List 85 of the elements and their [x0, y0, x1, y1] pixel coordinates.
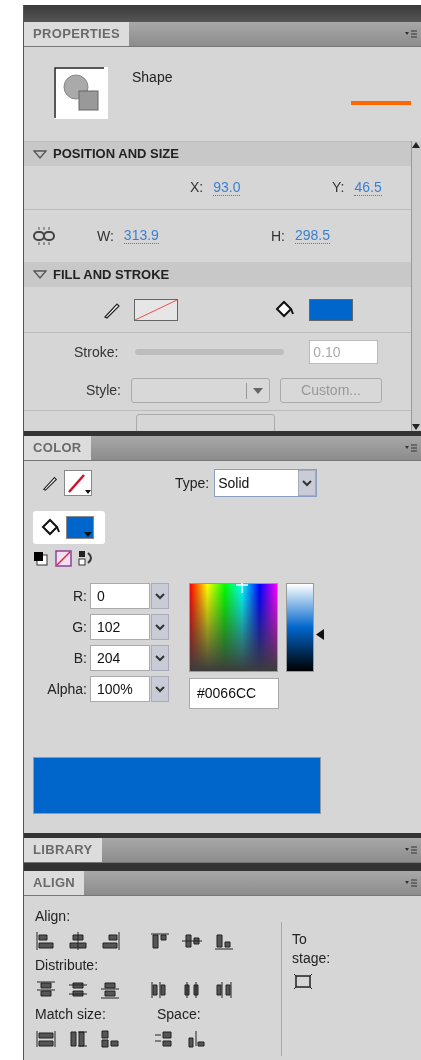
chevron-down-icon: [155, 623, 165, 631]
link-constrain-icon[interactable]: [33, 226, 55, 246]
value-field[interactable]: 93.0: [213, 179, 241, 196]
space-vertical-icon[interactable]: [153, 1029, 175, 1049]
distribute-right-icon[interactable]: [213, 980, 235, 1000]
align-top-icon[interactable]: [149, 931, 171, 951]
type-dropdown[interactable]: Solid: [214, 469, 318, 497]
stroke-color-swatch[interactable]: [64, 470, 92, 496]
stroke-value-field[interactable]: 0.10: [309, 340, 379, 364]
slider-thumb-icon[interactable]: [316, 629, 324, 641]
crosshair-icon: [236, 583, 248, 593]
panel-tab[interactable]: LIBRARY: [24, 838, 102, 862]
field-label: Y:: [332, 178, 345, 197]
field-label: X:: [190, 178, 204, 197]
hex-field[interactable]: #0066CC: [189, 678, 279, 709]
paint-bucket-icon[interactable]: [275, 299, 295, 320]
scrollbar[interactable]: [411, 141, 421, 431]
custom-button[interactable]: Custom...: [280, 378, 382, 403]
channel-label: R:: [72, 586, 88, 606]
to-stage-label: To stage:: [292, 930, 332, 968]
align-bottom-icon[interactable]: [213, 931, 235, 951]
field-label: W:: [97, 226, 114, 246]
stroke-color-swatch[interactable]: [134, 298, 178, 321]
dropdown-arrow-button[interactable]: [151, 676, 169, 702]
distribute-top-icon[interactable]: [35, 980, 57, 1000]
panel-menu-icon[interactable]: [405, 30, 417, 38]
distribute-center-icon[interactable]: [67, 980, 89, 1000]
space-horizontal-icon[interactable]: [185, 1029, 207, 1049]
paint-bucket-icon[interactable]: [41, 517, 61, 538]
channel-field[interactable]: 204: [90, 645, 150, 671]
dropdown-arrow-button[interactable]: [151, 614, 169, 640]
stroke-label: Stroke:: [74, 342, 119, 362]
channel-field[interactable]: 102: [90, 614, 150, 640]
channel-label: Alpha:: [46, 679, 88, 699]
chevron-down-icon: [155, 592, 165, 600]
align-right-icon[interactable]: [99, 931, 121, 951]
chevron-down-icon: [155, 685, 165, 693]
dropdown-arrow-button[interactable]: [151, 645, 169, 671]
default-colors-icon[interactable]: [33, 550, 49, 567]
fill-color-swatch[interactable]: [66, 516, 94, 539]
panel-menu-icon[interactable]: [405, 444, 417, 452]
match-both-icon[interactable]: [99, 1029, 121, 1049]
align-center-icon[interactable]: [67, 931, 89, 951]
distribute-label: Distribute:: [35, 956, 100, 975]
panel-menu-icon[interactable]: [405, 879, 417, 887]
shape-thumbnail-icon: [54, 67, 108, 119]
dropdown-arrow-button[interactable]: [298, 470, 317, 496]
chevron-down-icon: [302, 479, 313, 487]
align-middle-icon[interactable]: [181, 931, 203, 951]
channel-field[interactable]: 100%: [90, 676, 150, 702]
stroke-slider-track[interactable]: [135, 349, 285, 355]
panel-tab[interactable]: PROPERTIES: [24, 22, 130, 46]
to-stage-icon[interactable]: [292, 972, 314, 992]
dropdown-arrow-button[interactable]: [151, 583, 169, 609]
fill-selector[interactable]: [33, 511, 105, 544]
channel-label: G:: [71, 617, 88, 637]
scroll-up-icon[interactable]: [412, 141, 421, 149]
style-label: Style:: [86, 381, 121, 400]
fill-color-swatch[interactable]: [309, 298, 353, 321]
value-field[interactable]: 313.9: [123, 228, 159, 244]
align-label: Align:: [35, 907, 72, 926]
panel-tab[interactable]: COLOR: [24, 436, 91, 460]
panel-menu-icon[interactable]: [405, 846, 417, 854]
collapse-triangle-icon[interactable]: [33, 149, 47, 159]
collapse-triangle-icon[interactable]: [33, 270, 47, 279]
panel-tab[interactable]: ALIGN: [24, 871, 85, 895]
channel-field[interactable]: 0: [90, 583, 150, 609]
match-height-icon[interactable]: [67, 1029, 89, 1049]
distribute-bottom-icon[interactable]: [99, 980, 121, 1000]
match-width-icon[interactable]: [35, 1029, 57, 1049]
brightness-slider[interactable]: [286, 583, 326, 672]
value-field[interactable]: 298.5: [295, 228, 331, 244]
channel-label: B:: [72, 648, 88, 668]
color-spectrum-picker[interactable]: [189, 583, 278, 672]
space-label: Space:: [157, 1005, 201, 1024]
type-label: Type:: [175, 473, 210, 493]
match-size-label: Match size:: [35, 1005, 107, 1024]
dropdown-caret-icon[interactable]: [253, 387, 263, 394]
no-color-icon[interactable]: [55, 550, 72, 567]
value-field[interactable]: 46.5: [354, 179, 382, 196]
shape-label: Shape: [132, 68, 173, 87]
align-left-icon[interactable]: [35, 931, 57, 951]
chevron-down-icon: [155, 654, 165, 662]
pencil-icon[interactable]: [41, 474, 59, 492]
field-label: H:: [271, 226, 285, 246]
